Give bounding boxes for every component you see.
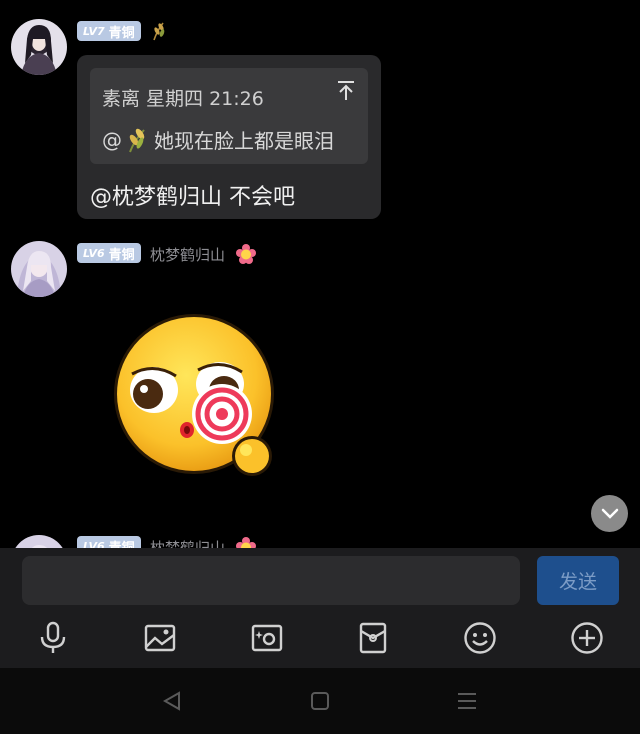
- wheat-icon: [124, 127, 150, 153]
- microphone-icon[interactable]: [35, 620, 71, 656]
- sender-nickname[interactable]: 枕梦鹤归山: [150, 537, 225, 548]
- image-icon[interactable]: [142, 620, 178, 656]
- avatar[interactable]: [11, 19, 67, 75]
- emoji-icon[interactable]: [462, 620, 498, 656]
- level-text: LV6: [83, 246, 105, 260]
- plus-icon[interactable]: [569, 620, 605, 656]
- camera-icon[interactable]: [249, 620, 285, 656]
- chat-area: LV7 青铜 素离 星期四 21:26 @ 她现在脸上都是眼泪 @枕梦鹤归山 不…: [0, 0, 640, 548]
- level-badge: LV7 青铜: [77, 21, 141, 41]
- rank-text: 青铜: [108, 540, 135, 549]
- wheat-icon: [150, 21, 168, 41]
- back-icon[interactable]: [159, 690, 185, 712]
- send-button[interactable]: 发送: [537, 556, 619, 605]
- mention-at: @: [102, 127, 122, 152]
- message-composer: 发送: [0, 548, 640, 668]
- flower-icon: [236, 537, 256, 548]
- lollipop-emoji-sticker[interactable]: [112, 310, 278, 482]
- quoted-message: 她现在脸上都是眼泪: [154, 129, 334, 153]
- message-bubble[interactable]: 素离 星期四 21:26 @ 她现在脸上都是眼泪 @枕梦鹤归山 不会吧: [77, 55, 381, 219]
- system-navigation-bar: [0, 668, 640, 734]
- red-packet-icon[interactable]: [355, 620, 391, 656]
- reply-author-time: 素离 星期四 21:26: [102, 88, 264, 110]
- level-badge: LV6 青铜: [77, 243, 141, 263]
- reply-quoted-text: @ 她现在脸上都是眼泪: [102, 125, 334, 154]
- rank-text: 青铜: [108, 247, 135, 263]
- scroll-to-bottom-button[interactable]: [591, 495, 628, 532]
- message-text: @枕梦鹤归山 不会吧: [90, 185, 295, 210]
- rank-text: 青铜: [108, 25, 135, 41]
- reply-quote[interactable]: 素离 星期四 21:26 @ 她现在脸上都是眼泪: [90, 68, 368, 164]
- sender-nickname[interactable]: 枕梦鹤归山: [150, 244, 225, 265]
- level-badge: LV6 青铜: [77, 536, 141, 548]
- avatar[interactable]: [11, 241, 67, 297]
- flower-icon: [236, 244, 256, 264]
- composer-toolbar: [0, 618, 640, 662]
- avatar[interactable]: [11, 535, 67, 548]
- message-input[interactable]: [22, 556, 520, 605]
- level-text: LV7: [83, 24, 105, 38]
- jump-to-original-icon[interactable]: [336, 80, 356, 102]
- menu-icon[interactable]: [454, 690, 480, 712]
- level-text: LV6: [83, 539, 105, 549]
- chevron-down-icon: [601, 508, 619, 520]
- home-icon[interactable]: [307, 690, 333, 712]
